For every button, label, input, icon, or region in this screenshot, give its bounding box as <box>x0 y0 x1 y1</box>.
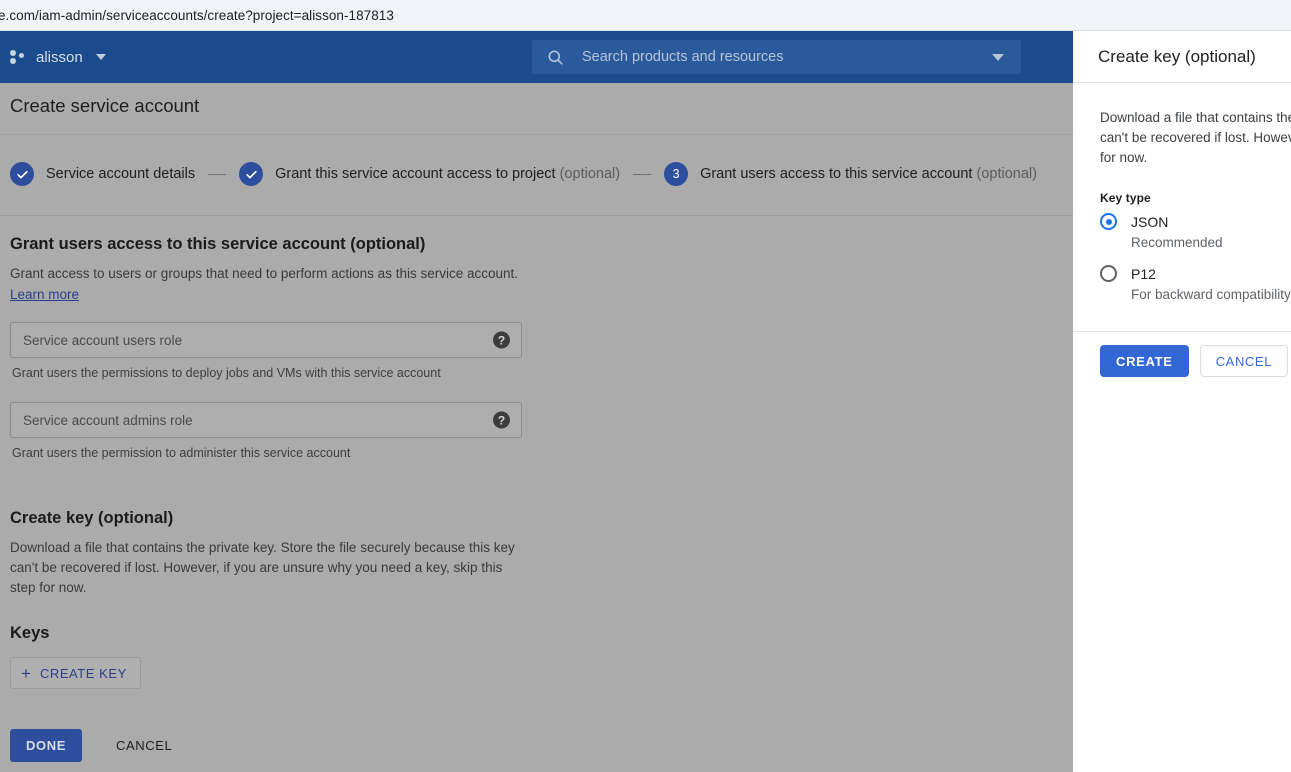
service-account-admins-role-input[interactable]: Service account admins role ? <box>10 402 522 438</box>
browser-url-bar[interactable]: e.com/iam-admin/serviceaccounts/create?p… <box>0 0 1291 31</box>
panel-create-button[interactable]: CREATE <box>1100 345 1189 377</box>
panel-actions: CREATE CANCEL <box>1100 345 1289 377</box>
panel-header: Create key (optional) <box>1073 31 1291 83</box>
search-dropdown-chevron-down-icon[interactable] <box>992 53 1004 61</box>
panel-description-line-3: for now. <box>1100 150 1148 165</box>
search-icon <box>548 50 563 65</box>
check-circle-icon <box>239 162 264 186</box>
cloud-project-dots-icon <box>10 49 27 65</box>
step-number-circle: 3 <box>664 162 689 186</box>
help-circle-icon[interactable]: ? <box>493 411 510 429</box>
project-selector[interactable]: alisson <box>2 45 116 70</box>
url-text[interactable]: e.com/iam-admin/serviceaccounts/create?p… <box>0 8 394 23</box>
project-name-label: alisson <box>36 48 83 66</box>
key-type-option-p12[interactable]: P12 <box>1100 265 1291 282</box>
stepper-step-2[interactable]: Grant this service account access to pro… <box>239 162 620 186</box>
help-circle-icon[interactable]: ? <box>493 331 510 349</box>
key-type-json-description: Recommended <box>1131 235 1223 250</box>
chevron-down-icon <box>95 54 106 60</box>
stepper-step-1-label: Service account details <box>46 166 196 182</box>
panel-title: Create key (optional) <box>1098 46 1256 66</box>
form-footer-actions: DONE CANCEL <box>0 729 184 762</box>
panel-divider <box>1073 331 1291 332</box>
stepper-step-3-label: Grant users access to this service accou… <box>700 166 1037 182</box>
cancel-button[interactable]: CANCEL <box>104 729 184 762</box>
create-key-side-panel: Create key (optional) Download a file th… <box>1073 31 1291 772</box>
search-placeholder: Search products and resources <box>582 49 784 65</box>
plus-icon: + <box>21 663 31 683</box>
service-account-users-role-input[interactable]: Service account users role ? <box>10 322 522 358</box>
create-key-button[interactable]: + CREATE KEY <box>10 657 141 689</box>
check-circle-icon <box>10 162 34 186</box>
service-account-admins-role-hint: Grant users the permission to administer… <box>12 446 351 460</box>
panel-body: Download a file that contains the can't … <box>1073 83 1291 302</box>
stepper-step-3[interactable]: 3 Grant users access to this service acc… <box>664 162 1037 186</box>
keys-heading: Keys <box>10 624 50 642</box>
create-key-heading: Create key (optional) <box>10 509 174 527</box>
wizard-stepper: Service account details Grant this servi… <box>10 151 1037 197</box>
stepper-connector <box>633 173 652 175</box>
stepper-step-2-label: Grant this service account access to pro… <box>275 166 621 182</box>
key-type-json-label: JSON <box>1131 213 1169 230</box>
panel-description-line-2: can't be recovered if lost. Howeve <box>1100 130 1291 145</box>
key-type-p12-label: P12 <box>1131 265 1156 282</box>
browser-viewport: e.com/iam-admin/serviceaccounts/create?p… <box>0 0 1291 772</box>
service-account-admins-role-label: Service account admins role <box>23 412 193 428</box>
key-type-label: Key type <box>1100 191 1151 205</box>
radio-selected-icon[interactable] <box>1100 213 1117 230</box>
create-key-description: Download a file that contains the privat… <box>10 540 515 595</box>
done-button[interactable]: DONE <box>10 729 82 762</box>
search-input[interactable]: Search products and resources <box>532 40 1021 74</box>
panel-cancel-button[interactable]: CANCEL <box>1199 345 1289 377</box>
learn-more-link[interactable]: Learn more <box>10 287 79 302</box>
create-key-button-label: CREATE KEY <box>39 665 127 681</box>
grant-users-heading: Grant users access to this service accou… <box>10 235 426 253</box>
service-account-users-role-hint: Grant users the permissions to deploy jo… <box>12 366 441 380</box>
panel-description-line-1: Download a file that contains the <box>1100 110 1291 125</box>
service-account-users-role-label: Service account users role <box>23 332 183 348</box>
key-type-option-json[interactable]: JSON <box>1100 213 1291 230</box>
grant-users-description: Grant access to users or groups that nee… <box>10 266 518 281</box>
create-service-account-form: Grant users access to this service accou… <box>0 216 1073 689</box>
page-title: Create service account <box>10 95 200 116</box>
radio-unselected-icon[interactable] <box>1100 265 1117 282</box>
key-type-p12-description: For backward compatibility with <box>1131 287 1291 302</box>
stepper-step-1[interactable]: Service account details <box>10 162 195 186</box>
stepper-connector <box>208 173 227 175</box>
